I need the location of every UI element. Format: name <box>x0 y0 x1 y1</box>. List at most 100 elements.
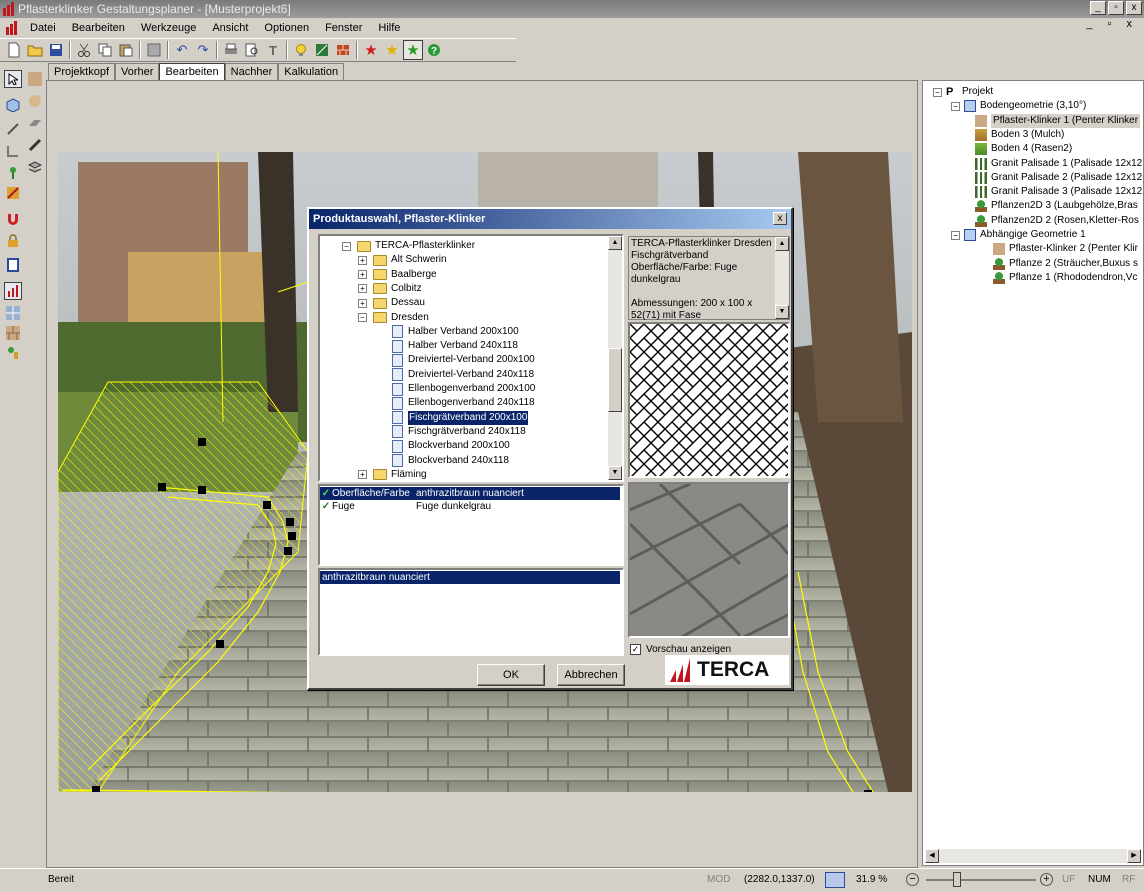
brick-icon[interactable] <box>333 40 353 60</box>
minimize-button[interactable]: _ <box>1090 1 1106 15</box>
tree-item[interactable]: Dreiviertel-Verband 240x118 <box>392 368 534 382</box>
frame-icon[interactable] <box>4 256 22 274</box>
brick-pattern-icon[interactable] <box>4 324 22 342</box>
project-tree-item[interactable]: Pflanzen2D 2 (Rosen,Kletter-Ros <box>975 214 1139 228</box>
project-tree-item[interactable]: − P Projekt <box>933 85 993 99</box>
tree-item[interactable]: Blockverband 240x118 <box>392 454 509 468</box>
scroll-thumb[interactable] <box>608 348 622 412</box>
zoom-slider-thumb[interactable] <box>953 872 961 887</box>
desc-scroll-down[interactable]: ▼ <box>775 305 789 319</box>
project-tree-item[interactable]: Pflanzen2D 3 (Laubgehölze,Bras <box>975 199 1138 213</box>
star-yellow-icon[interactable]: ★ <box>382 40 402 60</box>
lock-icon[interactable] <box>4 232 22 250</box>
fit-view-icon[interactable] <box>825 872 845 888</box>
expand-icon[interactable]: + <box>358 298 367 308</box>
tree-folder[interactable]: + Fläming <box>358 468 427 480</box>
project-tree-item[interactable]: − Abhängige Geometrie 1 <box>951 228 1086 242</box>
expand-icon[interactable]: + <box>358 284 367 294</box>
project-tree-item[interactable]: Granit Palisade 2 (Palisade 12x12 <box>975 171 1142 185</box>
edge-tool-icon[interactable] <box>4 142 22 160</box>
zoom-in-icon[interactable]: + <box>1040 873 1053 886</box>
tree-item[interactable]: Ellenbogenverband 200x100 <box>392 382 535 396</box>
open-folder-icon[interactable] <box>25 40 45 60</box>
person-tree-icon[interactable] <box>4 344 22 362</box>
print-icon[interactable] <box>221 40 241 60</box>
project-tree-item[interactable]: Boden 3 (Mulch) <box>975 128 1064 142</box>
property-list[interactable]: ✓ Oberfläche/Farbe anthrazitbraun nuanci… <box>318 484 624 566</box>
project-tree-item[interactable]: Granit Palisade 3 (Palisade 12x12 <box>975 185 1142 199</box>
menu-bearbeiten[interactable]: Bearbeiten <box>64 18 133 38</box>
dialog-close-button[interactable]: x <box>773 212 787 225</box>
tree-item[interactable]: Blockverband 200x100 <box>392 439 510 453</box>
cube-icon[interactable] <box>4 96 22 114</box>
cancel-button[interactable]: Abbrechen <box>557 664 625 686</box>
maximize-button[interactable]: ▫ <box>1108 1 1124 15</box>
zoom-out-icon[interactable]: − <box>906 873 919 886</box>
collapse-icon[interactable]: − <box>951 101 960 111</box>
paste-icon[interactable] <box>116 40 136 60</box>
tree-folder-root[interactable]: − TERCA-Pflasterklinker <box>342 239 475 253</box>
grid-pattern-icon[interactable] <box>4 304 22 322</box>
menu-werkzeuge[interactable]: Werkzeuge <box>133 18 204 38</box>
project-tree-item[interactable]: Pflanze 2 (Sträucher,Buxus s <box>993 257 1138 271</box>
circle-tool-icon[interactable] <box>26 92 44 110</box>
expand-icon[interactable]: + <box>358 270 367 280</box>
desc-scroll-up[interactable]: ▲ <box>775 237 789 251</box>
texture-brick-icon[interactable] <box>26 70 44 88</box>
product-tree-scrollbar[interactable]: ▲ ▼ <box>608 236 622 480</box>
menu-datei[interactable]: Datei <box>22 18 64 38</box>
copy-icon[interactable] <box>95 40 115 60</box>
menu-optionen[interactable]: Optionen <box>256 18 317 38</box>
tree-folder[interactable]: − Dresden <box>358 311 429 325</box>
redo-icon[interactable]: ↷ <box>193 40 213 60</box>
plane-tool-icon[interactable] <box>26 114 44 132</box>
tree-folder[interactable]: + Alt Schwerin <box>358 253 447 267</box>
plant-tool-icon[interactable] <box>4 164 22 182</box>
preview-checkbox[interactable]: ✓ <box>630 643 641 655</box>
select-arrow-icon[interactable] <box>4 70 22 88</box>
tree-item[interactable]: Fischgrätverband 240x118 <box>392 425 526 439</box>
expand-icon[interactable]: + <box>358 255 367 265</box>
tab-kalkulation[interactable]: Kalkulation <box>278 63 345 80</box>
menu-ansicht[interactable]: Ansicht <box>204 18 256 38</box>
tab-nachher[interactable]: Nachher <box>224 63 279 80</box>
app-menu-icon[interactable] <box>4 21 20 35</box>
tree-folder[interactable]: + Colbitz <box>358 282 422 296</box>
property-row-surface[interactable]: ✓ Oberfläche/Farbe anthrazitbraun nuanci… <box>320 487 620 500</box>
tree-item-selected[interactable]: Fischgrätverband 200x100 <box>392 410 529 425</box>
project-tree-item[interactable]: Granit Palisade 1 (Palisade 12x12 <box>975 157 1142 171</box>
image-icon[interactable] <box>312 40 332 60</box>
tree-item[interactable]: Halber Verband 200x100 <box>392 325 519 339</box>
star-green-icon[interactable]: ★ <box>403 40 423 60</box>
texture-tool-icon[interactable] <box>4 184 22 202</box>
panel-hscrollbar[interactable]: ◀ ▶ <box>925 849 1141 863</box>
terca-tool-icon[interactable] <box>4 282 22 300</box>
collapse-icon[interactable]: − <box>951 230 960 240</box>
project-tree-item[interactable]: Pflaster-Klinker 2 (Penter Klir <box>993 242 1138 256</box>
project-tree-item[interactable]: Pflaster-Klinker 1 (Penter Klinker <box>975 113 1141 128</box>
tree-folder[interactable]: + Baalberge <box>358 268 437 282</box>
help-icon[interactable]: ? <box>424 40 444 60</box>
tab-projektkopf[interactable]: Projektkopf <box>48 63 116 80</box>
scroll-right-button[interactable]: ▶ <box>1127 849 1141 863</box>
menu-fenster[interactable]: Fenster <box>317 18 370 38</box>
layer-tool-icon[interactable] <box>26 158 44 176</box>
scroll-up-button[interactable]: ▲ <box>608 236 622 250</box>
measure-tool-icon[interactable] <box>26 136 44 154</box>
expand-icon[interactable]: − <box>358 313 367 322</box>
new-file-icon[interactable] <box>4 40 24 60</box>
text-icon[interactable]: T <box>263 40 283 60</box>
magnet-icon[interactable] <box>4 210 22 228</box>
collapse-icon[interactable]: − <box>342 241 351 251</box>
print-preview-icon[interactable] <box>242 40 262 60</box>
grid-icon[interactable] <box>144 40 164 60</box>
mdi-controls[interactable]: _ ▫ x <box>1086 18 1138 30</box>
project-tree-item[interactable]: Pflanze 1 (Rhododendron,Vc <box>993 271 1137 285</box>
tree-item[interactable]: Dreiviertel-Verband 200x100 <box>392 353 535 367</box>
zoom-slider[interactable] <box>926 879 1036 881</box>
tree-item[interactable]: Halber Verband 240x118 <box>392 339 518 353</box>
star-red-icon[interactable]: ★ <box>361 40 381 60</box>
tree-item[interactable]: Ellenbogenverband 240x118 <box>392 396 535 410</box>
light-bulb-icon[interactable] <box>291 40 311 60</box>
property-row-joint[interactable]: ✓ Fuge Fuge dunkelgrau <box>320 500 620 513</box>
